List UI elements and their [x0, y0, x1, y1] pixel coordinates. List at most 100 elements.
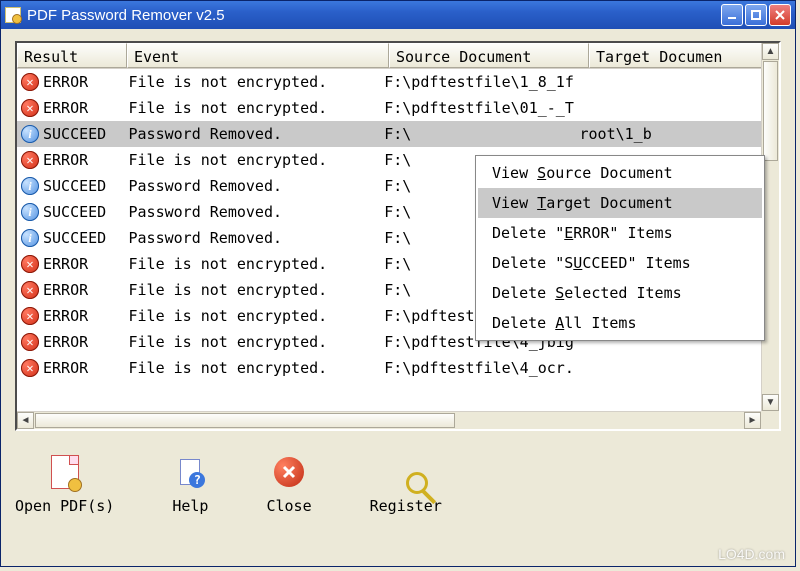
listview-frame: Result Event Source Document Target Docu…	[15, 41, 781, 431]
error-icon: ✕	[21, 255, 39, 273]
context-menu[interactable]: View Source DocumentView Target Document…	[475, 155, 765, 341]
register-icon	[389, 455, 423, 489]
status-label: ERROR	[43, 281, 88, 299]
table-row[interactable]: ✕ERRORFile is not encrypted.F:\pdftestfi…	[17, 69, 761, 95]
cell-result: ✕ERROR	[17, 73, 124, 91]
cell-result: ✕ERROR	[17, 359, 124, 377]
column-header-result[interactable]: Result	[17, 43, 127, 68]
cell-event: Password Removed.	[124, 229, 380, 247]
cell-result: iSUCCEED	[17, 203, 124, 221]
column-header-source[interactable]: Source Document	[389, 43, 589, 68]
status-label: SUCCEED	[43, 203, 106, 221]
status-label: SUCCEED	[43, 229, 106, 247]
window-title: PDF Password Remover v2.5	[27, 7, 721, 24]
app-window: PDF Password Remover v2.5 Result Event S…	[0, 0, 796, 567]
error-icon: ✕	[21, 307, 39, 325]
scroll-left-arrow-icon[interactable]: ◄	[17, 412, 34, 429]
vertical-scroll-thumb[interactable]	[763, 61, 778, 161]
error-icon: ✕	[21, 73, 39, 91]
cell-event: File is not encrypted.	[124, 151, 380, 169]
horizontal-scroll-thumb[interactable]	[35, 413, 455, 428]
cell-result: iSUCCEED	[17, 229, 124, 247]
status-label: ERROR	[43, 333, 88, 351]
open-pdf-icon	[48, 455, 82, 489]
status-label: ERROR	[43, 359, 88, 377]
window-controls	[721, 4, 791, 26]
close-label: Close	[266, 497, 311, 515]
cell-source: F:\pdftestfile\1_8_1f...	[380, 73, 575, 91]
cell-result: ✕ERROR	[17, 255, 124, 273]
cell-result: ✕ERROR	[17, 99, 124, 117]
scroll-up-arrow-icon[interactable]: ▲	[762, 43, 779, 60]
table-row[interactable]: ✕ERRORFile is not encrypted.F:\pdftestfi…	[17, 355, 761, 381]
context-menu-item[interactable]: View Target Document	[478, 188, 762, 218]
close-button[interactable]: Close	[266, 455, 311, 515]
results-listview[interactable]: Result Event Source Document Target Docu…	[17, 43, 779, 429]
column-header-target[interactable]: Target Documen	[589, 43, 779, 68]
cell-source: F:\	[380, 125, 575, 143]
close-window-button[interactable]	[769, 4, 791, 26]
status-label: ERROR	[43, 307, 88, 325]
cell-event: File is not encrypted.	[124, 255, 380, 273]
status-label: ERROR	[43, 151, 88, 169]
status-label: SUCCEED	[43, 125, 106, 143]
scroll-down-arrow-icon[interactable]: ▼	[762, 394, 779, 411]
info-icon: i	[21, 203, 39, 221]
watermark: LO4D.com	[718, 546, 785, 562]
status-label: ERROR	[43, 99, 88, 117]
cell-event: File is not encrypted.	[124, 281, 380, 299]
cell-result: ✕ERROR	[17, 281, 124, 299]
context-menu-item[interactable]: Delete "ERROR" Items	[478, 218, 762, 248]
error-icon: ✕	[21, 359, 39, 377]
table-row[interactable]: iSUCCEEDPassword Removed.F:\root\1_b	[17, 121, 761, 147]
help-label: Help	[172, 497, 208, 515]
context-menu-item[interactable]: View Source Document	[478, 158, 762, 188]
scrollbar-corner	[761, 411, 779, 429]
cell-result: iSUCCEED	[17, 125, 124, 143]
minimize-button[interactable]	[721, 4, 743, 26]
scroll-right-arrow-icon[interactable]: ►	[744, 412, 761, 429]
help-button[interactable]: Help	[172, 455, 208, 515]
cell-event: File is not encrypted.	[124, 73, 380, 91]
cell-target: root\1_b	[575, 125, 761, 143]
listview-header: Result Event Source Document Target Docu…	[17, 43, 779, 69]
info-icon: i	[21, 229, 39, 247]
error-icon: ✕	[21, 281, 39, 299]
cell-result: ✕ERROR	[17, 333, 124, 351]
cell-source: F:\pdftestfile\4_ocr.pdf	[380, 359, 575, 377]
context-menu-item[interactable]: Delete All Items	[478, 308, 762, 338]
info-icon: i	[21, 125, 39, 143]
cell-event: File is not encrypted.	[124, 359, 380, 377]
status-label: ERROR	[43, 73, 88, 91]
open-pdf-button[interactable]: Open PDF(s)	[15, 455, 114, 515]
cell-event: Password Removed.	[124, 203, 380, 221]
cell-result: ✕ERROR	[17, 151, 124, 169]
cell-result: iSUCCEED	[17, 177, 124, 195]
error-icon: ✕	[21, 151, 39, 169]
cell-event: File is not encrypted.	[124, 307, 380, 325]
horizontal-scrollbar[interactable]: ◄ ►	[17, 411, 761, 429]
cell-event: File is not encrypted.	[124, 99, 380, 117]
maximize-button[interactable]	[745, 4, 767, 26]
cell-event: Password Removed.	[124, 125, 380, 143]
cell-result: ✕ERROR	[17, 307, 124, 325]
info-icon: i	[21, 177, 39, 195]
status-label: SUCCEED	[43, 177, 106, 195]
column-header-event[interactable]: Event	[127, 43, 389, 68]
titlebar: PDF Password Remover v2.5	[1, 1, 795, 29]
help-icon	[173, 455, 207, 489]
close-icon	[272, 455, 306, 489]
cell-source: F:\pdftestfile\01_-_T...	[380, 99, 575, 117]
cell-event: File is not encrypted.	[124, 333, 380, 351]
table-row[interactable]: ✕ERRORFile is not encrypted.F:\pdftestfi…	[17, 95, 761, 121]
status-label: ERROR	[43, 255, 88, 273]
context-menu-item[interactable]: Delete "SUCCEED" Items	[478, 248, 762, 278]
bottom-toolbar: Open PDF(s) Help Close Register	[1, 439, 795, 525]
open-pdf-label: Open PDF(s)	[15, 497, 114, 515]
app-icon	[5, 7, 21, 23]
error-icon: ✕	[21, 333, 39, 351]
error-icon: ✕	[21, 99, 39, 117]
context-menu-item[interactable]: Delete Selected Items	[478, 278, 762, 308]
register-button[interactable]: Register	[370, 455, 442, 515]
cell-event: Password Removed.	[124, 177, 380, 195]
